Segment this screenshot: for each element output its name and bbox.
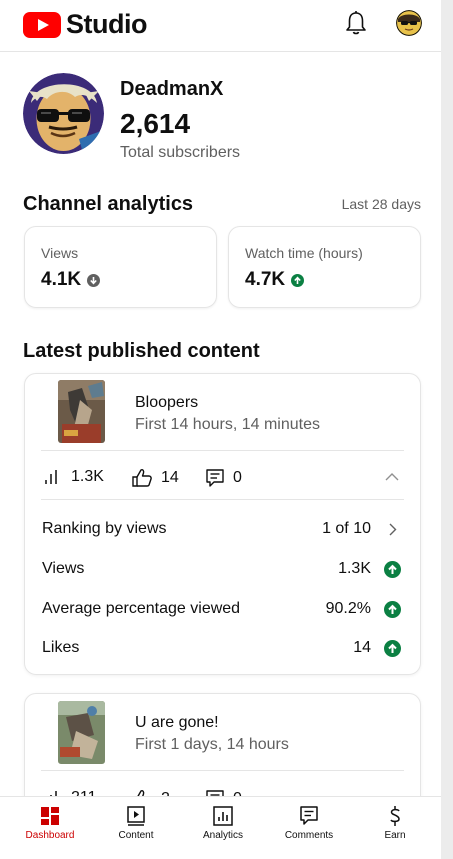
earn-icon: [384, 805, 406, 827]
row-value: 1 of 10: [322, 520, 371, 537]
dashboard-icon: [39, 805, 61, 827]
stat-value-row: 4.7K: [245, 269, 305, 291]
divider: [41, 770, 404, 771]
row-label: Average percentage viewed: [42, 600, 241, 617]
stat-value: 4.1K: [41, 269, 82, 290]
nav-comments[interactable]: Comments: [265, 797, 353, 859]
row-label: Views: [42, 560, 85, 577]
scrollbar[interactable]: [441, 0, 453, 859]
comments-value: 0: [233, 469, 242, 486]
likes-metric: 14: [131, 468, 179, 488]
stat-label: Watch time (hours): [245, 245, 363, 261]
analytics-icon: [212, 805, 234, 827]
watch-time-stat-card[interactable]: Watch time (hours) 4.7K: [228, 226, 421, 308]
row-label: Ranking by views: [42, 520, 167, 537]
views-bars-icon: [45, 470, 57, 484]
youtube-play-icon: [23, 11, 61, 38]
analytics-period: Last 28 days: [341, 196, 421, 212]
studio-logo[interactable]: Studio: [23, 9, 147, 40]
subscriber-label: Total subscribers: [120, 144, 241, 161]
thumbs-up-icon: [132, 469, 152, 487]
video-card-bloopers[interactable]: Bloopers First 14 hours, 14 minutes 1.3K…: [24, 373, 421, 675]
subscriber-count: 2,614: [120, 108, 191, 139]
comment-icon: [206, 469, 224, 487]
views-metric: 1.3K: [43, 468, 104, 486]
nav-label: Analytics: [202, 830, 243, 841]
nav-dashboard[interactable]: Dashboard: [6, 797, 94, 859]
bell-icon[interactable]: [343, 10, 369, 38]
nav-analytics[interactable]: Analytics: [179, 797, 267, 859]
nav-label: Content: [118, 830, 154, 841]
bottom-navigation: Dashboard Content Analytics Comments Ear…: [0, 796, 441, 859]
row-value: 14: [353, 639, 371, 656]
chevron-right-icon[interactable]: [384, 521, 401, 538]
video-thumbnail[interactable]: [58, 380, 105, 443]
nav-content[interactable]: Content: [92, 797, 180, 859]
stat-label: Views: [41, 245, 79, 261]
comments-icon: [298, 805, 320, 827]
row-value: 90.2%: [325, 600, 371, 617]
trend-up-icon: [291, 273, 305, 287]
video-first-period: First 14 hours, 14 minutes: [135, 416, 320, 433]
views-stat-card[interactable]: Views 4.1K: [24, 226, 217, 308]
divider: [41, 499, 404, 500]
channel-analytics-title: Channel analytics: [23, 193, 194, 215]
trend-up-icon: [384, 601, 401, 618]
divider: [41, 450, 404, 451]
views-value: 1.3K: [71, 468, 104, 485]
likes-value: 14: [161, 469, 179, 486]
stat-value: 4.7K: [245, 269, 286, 290]
top-app-bar: Studio: [0, 0, 441, 52]
video-first-period: First 1 days, 14 hours: [135, 736, 289, 753]
channel-avatar[interactable]: [23, 73, 104, 154]
nav-label: Earn: [384, 830, 406, 841]
latest-content-title: Latest published content: [23, 340, 260, 362]
video-thumbnail[interactable]: [58, 701, 105, 764]
video-title: Bloopers: [135, 394, 199, 411]
video-title: U are gone!: [135, 714, 219, 731]
logo-text: Studio: [66, 9, 147, 39]
nav-label: Dashboard: [25, 830, 75, 841]
chevron-up-icon[interactable]: [384, 470, 400, 489]
comments-metric: 0: [205, 468, 242, 488]
trend-up-icon: [384, 640, 401, 657]
nav-label: Comments: [284, 830, 334, 841]
trend-up-icon: [384, 561, 401, 578]
content-icon: [125, 805, 147, 827]
account-avatar[interactable]: [396, 10, 422, 36]
row-label: Likes: [42, 639, 80, 656]
channel-name: DeadmanX: [120, 78, 224, 100]
row-value: 1.3K: [338, 560, 371, 577]
studio-app: Studio DeadmanX 2,614 Total subscribers …: [0, 0, 441, 859]
nav-earn[interactable]: Earn: [351, 797, 439, 859]
trend-down-icon: [87, 273, 101, 287]
stat-value-row: 4.1K: [41, 269, 101, 291]
